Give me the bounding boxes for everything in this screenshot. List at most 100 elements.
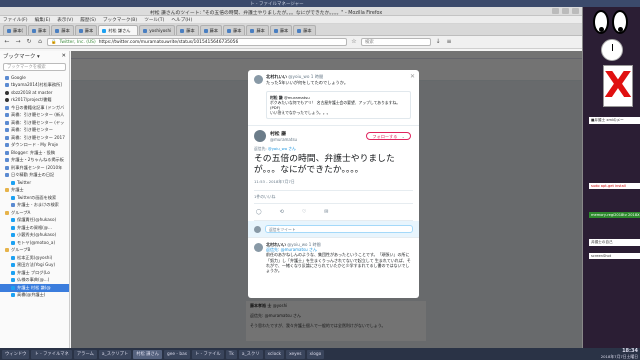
- browser-tab[interactable]: 藤本: [51, 25, 74, 35]
- bookmark-item[interactable]: 仏様の事典(@...): [0, 277, 69, 285]
- menu-help[interactable]: ヘルプ(H): [171, 17, 192, 23]
- desktop-note[interactable]: screenShot: [589, 253, 640, 259]
- bookmark-folder[interactable]: グループB: [0, 247, 69, 255]
- taskbar-item[interactable]: Tk: [225, 349, 237, 359]
- taskbar-item[interactable]: ト - ファイルマネ: [31, 349, 72, 359]
- menu-bookmarks[interactable]: ブックマーク(B): [103, 17, 137, 23]
- browser-tab[interactable]: 藤本: [223, 25, 246, 35]
- reply-tweet[interactable]: 北村れいい @yoiu_wo 1 時間 返信先: @muramatsu さん 前…: [248, 238, 419, 277]
- browser-tab[interactable]: 藤本: [176, 25, 199, 35]
- bookmark-item[interactable]: Twitterの画面を検索: [0, 194, 69, 202]
- xlogo-window[interactable]: X: [603, 65, 633, 107]
- xeyes-widget[interactable]: [593, 10, 628, 34]
- browser-tab[interactable]: 藤本: [246, 25, 269, 35]
- bookmark-item[interactable]: 黒田方法(Yogi Guy): [0, 262, 69, 270]
- forward-arrow-icon[interactable]: →: [14, 38, 22, 46]
- bookmark-item[interactable]: モトヤ(@motoo_a): [0, 239, 69, 247]
- bookmark-item[interactable]: 今日の書籍化記事 (ドンガバ: [0, 104, 69, 112]
- main-author-name[interactable]: 村松 謙: [270, 130, 297, 137]
- bookmark-item[interactable]: 弁護士の資格(@...: [0, 224, 69, 232]
- window-titlebar[interactable]: 村松 謙さんのツイート: "その五倍の時間、弁護士やりましたが。。。なにができた…: [0, 7, 582, 16]
- tweet-stats[interactable]: 1件のいいね: [254, 190, 413, 204]
- search-bar[interactable]: 検索: [361, 38, 431, 46]
- site-identity[interactable]: Twitter, Inc. (US): [59, 39, 95, 45]
- close-icon[interactable]: ✕: [61, 53, 66, 59]
- reply-input[interactable]: 返信をツイート: [265, 225, 413, 233]
- context-author-name[interactable]: 北村れいい: [266, 74, 287, 79]
- bookmark-star-icon[interactable]: ☆: [350, 38, 358, 46]
- reply-icon[interactable]: ◯: [256, 209, 262, 215]
- bookmark-item[interactable]: 小藪秀夫(@hukaso): [0, 232, 69, 240]
- desktop-note[interactable]: memory-regi2018tv 2018X: [589, 212, 640, 218]
- taskbar-item[interactable]: gee - bas: [164, 349, 190, 359]
- browser-tab[interactable]: yoshiyoshi: [139, 25, 176, 35]
- direct-message-icon[interactable]: ✉: [324, 209, 328, 215]
- menu-hamburger-icon[interactable]: ≡: [445, 38, 453, 46]
- bookmark-item[interactable]: 弁護士 - おまけの検索: [0, 202, 69, 210]
- bookmark-item[interactable]: 高橋：引き籠センター (ヤッ: [0, 119, 69, 127]
- bookmark-item[interactable]: 高橋：引き籠センター (新人: [0, 112, 69, 120]
- browser-tab[interactable]: 藤本: [293, 25, 316, 35]
- reply-to-link[interactable]: @yoiu_wo さん: [268, 146, 296, 151]
- desktop-note[interactable]: 弁護士の自己: [589, 239, 640, 246]
- retweet-icon[interactable]: ⟲: [280, 209, 284, 215]
- bookmark-search-input[interactable]: ブックマークを検索: [3, 63, 66, 71]
- home-icon[interactable]: ⌂: [36, 38, 44, 46]
- taskbar-item[interactable]: a_スクリプト: [98, 349, 132, 359]
- browser-tab-active[interactable]: 村松 謙さん: [98, 25, 139, 35]
- bookmark-item[interactable]: 弁護士 ブログ(Lo: [0, 269, 69, 277]
- reload-icon[interactable]: ↻: [25, 38, 33, 46]
- close-window-button[interactable]: [572, 8, 579, 14]
- back-arrow-icon[interactable]: ←: [3, 38, 11, 46]
- menu-tools[interactable]: ツール(T): [144, 17, 164, 23]
- bookmark-item[interactable]: 高橋(@弁護士): [0, 292, 69, 300]
- bookmark-item[interactable]: Blogger: 弁護士 - 投稿: [0, 149, 69, 157]
- url-bar[interactable]: 🔒 Twitter, Inc. (US) https://twitter.com…: [47, 38, 347, 46]
- bookmark-folder[interactable]: 弁護士: [0, 187, 69, 195]
- quoted-tweet[interactable]: 村松 謙 @muramatsu ボクみたいな何でもアリ！ 名古屋弁護士会の要望、…: [266, 91, 411, 119]
- browser-tab[interactable]: 藤本: [269, 25, 293, 35]
- desktop-note[interactable]: sudo apt-get install: [589, 183, 640, 189]
- bookmark-item[interactable]: 松本正男(@yoshi): [0, 254, 69, 262]
- bookmark-item[interactable]: 刑事弁護センター (2010年: [0, 164, 69, 172]
- browser-tab[interactable]: 藤本: [199, 25, 223, 35]
- bookmark-item[interactable]: 弁護士 村松 謙(@: [0, 284, 69, 292]
- browser-tab[interactable]: 藤本: [74, 25, 98, 35]
- follow-button[interactable]: フォローする ⌄: [366, 132, 411, 140]
- context-time[interactable]: 1 時間: [311, 74, 323, 79]
- maximize-button[interactable]: [562, 8, 569, 14]
- bookmark-item[interactable]: 高橋：引き籠センター 2017: [0, 134, 69, 142]
- avatar[interactable]: [254, 75, 263, 84]
- bookmark-item[interactable]: ダウンロード - My Proje: [0, 142, 69, 150]
- minimize-button[interactable]: [552, 8, 559, 14]
- browser-tab[interactable]: 藤本(: [3, 25, 28, 35]
- bookmark-item[interactable]: Google: [0, 74, 69, 82]
- avatar[interactable]: [254, 130, 266, 142]
- menu-history[interactable]: 履歴(S): [80, 17, 96, 23]
- taskbar-item[interactable]: アラーム: [73, 349, 97, 359]
- taskbar-item[interactable]: xlogo: [306, 349, 325, 359]
- menu-edit[interactable]: 編集(E): [35, 17, 51, 23]
- bookmark-item[interactable]: 日々精勤 弁護士の日記: [0, 172, 69, 180]
- bookmark-item[interactable]: 保護責任(@hukaso): [0, 217, 69, 225]
- taskbar-item[interactable]: ト - ファイル: [191, 349, 224, 359]
- like-icon[interactable]: ♡: [302, 209, 306, 215]
- menu-view[interactable]: 表示(V): [57, 17, 73, 23]
- xclock-widget[interactable]: [601, 39, 623, 61]
- taskbar-item[interactable]: xclock: [264, 349, 285, 359]
- chevron-down-icon[interactable]: ⌄: [401, 134, 405, 139]
- avatar[interactable]: [254, 243, 263, 252]
- browser-tab[interactable]: 藤本: [28, 25, 51, 35]
- bookmark-item[interactable]: 高橋：引き籠センター: [0, 127, 69, 135]
- taskbar-item-active[interactable]: 村松 謙さん: [133, 349, 163, 359]
- context-tweet[interactable]: 北村れいい @yoiu_wo 1 時間 たった5年いいが何をしてたのでしょうか。: [248, 70, 419, 88]
- bookmark-folder[interactable]: グループA: [0, 209, 69, 217]
- system-clock[interactable]: 18:34 2018年7月7日土曜日: [601, 348, 638, 360]
- taskbar-item[interactable]: ウィンドウ: [2, 349, 30, 359]
- download-icon[interactable]: ↓: [434, 38, 442, 46]
- bookmark-item[interactable]: sbzz2018 at master: [0, 89, 69, 97]
- desktop-note[interactable]: ■弁護士 xmlのメー: [589, 117, 640, 124]
- taskbar-item[interactable]: xeyes: [286, 349, 305, 359]
- bookmark-item[interactable]: tbyama2014[村松事務所]: [0, 82, 69, 90]
- menu-file[interactable]: ファイル(F): [3, 17, 28, 23]
